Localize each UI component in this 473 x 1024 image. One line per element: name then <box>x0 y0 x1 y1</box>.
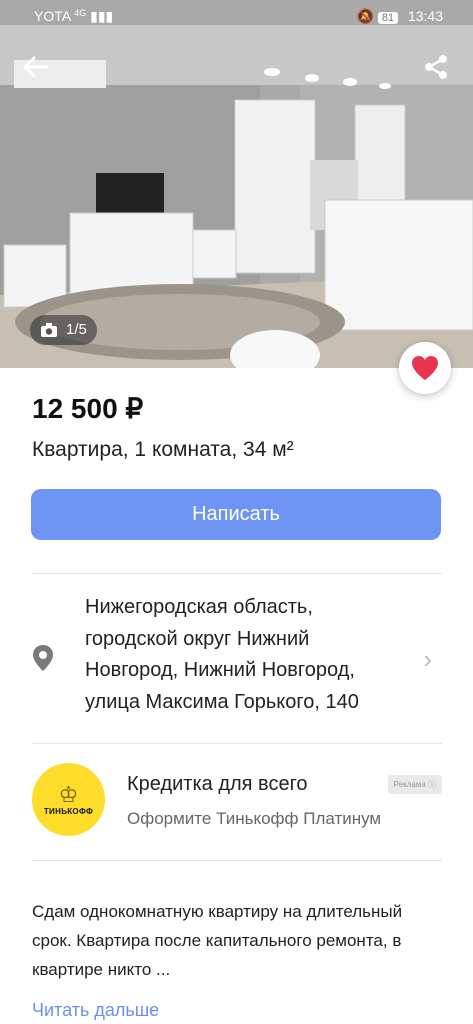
room-photo-scene <box>0 0 473 368</box>
camera-icon <box>41 323 57 337</box>
network-indicator: 4G <box>74 8 87 18</box>
status-bar: YOTA 4G ▮▮▮ 🔕 81 13:43 <box>0 0 473 34</box>
carrier-label: YOTA <box>34 8 71 24</box>
clock: 13:43 <box>407 8 443 24</box>
divider <box>32 573 442 574</box>
listing-description: Сдам однокомнатную квартиру на длительны… <box>32 902 403 979</box>
back-button[interactable] <box>20 52 56 88</box>
write-message-button[interactable]: Написать <box>31 489 441 540</box>
address-row[interactable]: Нижегородская область, городской округ Н… <box>32 592 442 722</box>
ad-badge[interactable]: Реклама ⓘ <box>387 775 442 794</box>
photo-counter: 1/5 <box>30 315 97 345</box>
heart-icon <box>412 356 438 380</box>
address-text: Нижегородская область, городской округ Н… <box>85 596 359 713</box>
listing-price: 12 500 ₽ <box>32 393 144 424</box>
photo-counter-text: 1/5 <box>66 321 87 338</box>
signal-icon: ▮▮▮ <box>90 8 114 24</box>
coat-of-arms-icon: ♔ <box>58 782 79 807</box>
ad-logo-text: ТИНЬКОФФ <box>43 807 94 816</box>
back-arrow-icon <box>23 56 49 78</box>
ad-subtitle: Оформите Тинькофф Платинум <box>127 809 382 828</box>
read-more-link[interactable]: Читать дальше <box>32 1000 159 1021</box>
divider <box>32 743 442 744</box>
share-button[interactable] <box>421 52 455 86</box>
ad-headline: Кредитка для всего <box>127 773 308 795</box>
listing-title: Квартира, 1 комната, 34 м² <box>32 438 294 461</box>
location-pin-icon <box>33 645 53 671</box>
mute-icon: 🔕 <box>356 8 374 24</box>
tinkoff-logo: ♔ ТИНЬКОФФ <box>32 763 105 836</box>
battery-icon: 81 <box>377 12 399 24</box>
info-icon: ⓘ <box>428 780 436 789</box>
ad-banner[interactable]: ♔ ТИНЬКОФФ Кредитка для всего Оформите Т… <box>32 763 442 843</box>
divider <box>32 860 442 861</box>
listing-photo[interactable]: YOTA 4G ▮▮▮ 🔕 81 13:43 1/5 <box>0 0 473 368</box>
share-icon <box>425 55 447 79</box>
favorite-button[interactable] <box>399 342 451 394</box>
chevron-right-icon: › <box>423 644 432 674</box>
ad-badge-label: Реклама <box>393 780 426 789</box>
